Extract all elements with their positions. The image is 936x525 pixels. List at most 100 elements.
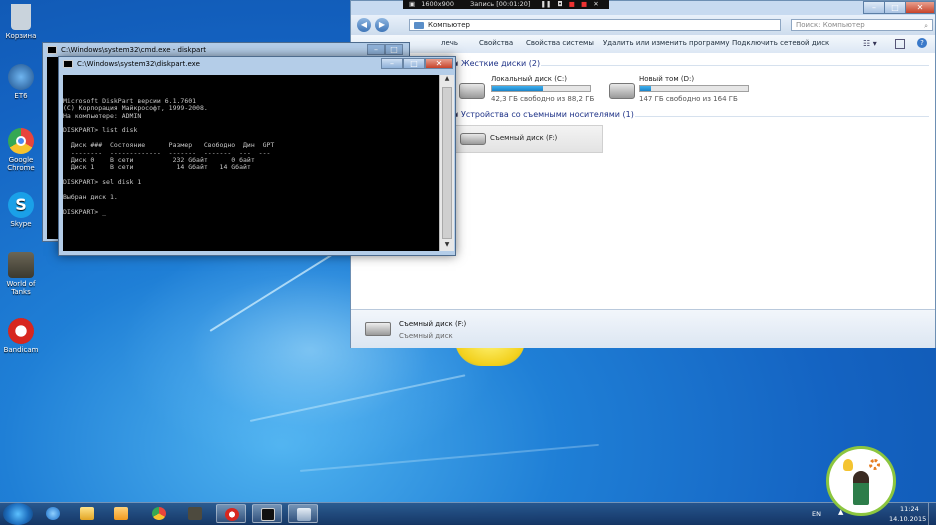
cmd-back-titlebar[interactable]: C:\Windows\system32\cmd.exe - diskpart –… <box>43 43 409 57</box>
recording-resolution: 1600x900 <box>421 0 455 8</box>
search-icon: ⌕ <box>924 22 928 30</box>
person-icon <box>853 471 869 505</box>
stop-icon[interactable]: ■ <box>569 0 575 8</box>
desktop-icon-label: World of Tanks <box>6 280 36 296</box>
maximize-button[interactable]: □ <box>884 1 906 14</box>
group-divider <box>635 116 929 117</box>
desktop-icon-skype[interactable]: S Skype <box>2 192 40 228</box>
removable-group-header[interactable]: Устройства со съемными носителями (1) <box>461 110 634 119</box>
console-line: Диск 1 В сети 14 Gбайт 14 Gбайт <box>63 163 251 172</box>
toolbar-map-network-drive[interactable]: Подключить сетевой диск <box>732 39 829 47</box>
removable-drive-icon <box>365 322 391 336</box>
skype-icon: S <box>8 192 34 218</box>
drive-usage-fill <box>492 86 543 91</box>
camera-icon[interactable]: ◘ <box>558 0 563 8</box>
console-icon <box>47 46 57 54</box>
scroll-down-arrow-icon[interactable]: ▼ <box>440 241 454 251</box>
details-name: Съемный диск (F:) <box>399 320 467 328</box>
search-input[interactable]: Поиск: Компьютер ⌕ <box>791 19 933 31</box>
desktop-icon-label: Bandicam <box>3 346 39 354</box>
drive-free-space: 42,3 ГБ свободно из 88,2 ГБ <box>491 95 595 103</box>
minimize-button[interactable]: – <box>367 44 385 55</box>
desktop-icon-world-of-tanks[interactable]: World of Tanks <box>2 252 40 296</box>
minimize-button[interactable]: – <box>863 1 885 14</box>
view-options-icon[interactable]: ☷ ▾ <box>863 39 877 48</box>
maximize-button[interactable]: □ <box>403 58 425 69</box>
scroll-up-arrow-icon[interactable]: ▲ <box>440 75 454 85</box>
address-text: Компьютер <box>428 21 470 29</box>
drive-c[interactable]: Локальный диск (C:) 42,3 ГБ свободно из … <box>457 75 597 109</box>
details-pane: Съемный диск (F:) Съемный диск <box>351 309 935 348</box>
forward-button[interactable]: ▶ <box>375 18 389 32</box>
close-button[interactable]: ✕ <box>425 58 453 69</box>
toolbar-item[interactable]: лечь <box>441 39 458 47</box>
media-player-icon <box>114 507 128 520</box>
console-icon <box>261 508 275 521</box>
taskbar-bandicam[interactable] <box>216 504 246 523</box>
taskbar-world-of-tanks[interactable] <box>180 504 210 523</box>
explorer-command-bar: лечь Свойства Свойства системы Удалить и… <box>351 35 935 54</box>
show-desktop-button[interactable] <box>928 503 936 525</box>
drive-name: Съемный диск (F:) <box>490 134 558 142</box>
taskbar-cmd[interactable] <box>252 504 282 523</box>
language-indicator[interactable]: EN <box>812 510 821 518</box>
clock-date[interactable]: 14.10.2015 <box>889 515 926 523</box>
diskpart-titlebar[interactable]: C:\Windows\system32\diskpart.exe – □ ✕ <box>59 57 455 71</box>
explorer-address-bar: ◀ ▶ Компьютер Поиск: Компьютер ⌕ <box>351 15 935 35</box>
recording-toolbar[interactable]: ▣ 1600x900 Запись [00:01:20] ❚❚ ◘ ■ ■ ✕ <box>403 0 609 9</box>
taskbar-explorer[interactable] <box>72 504 102 523</box>
minimize-button[interactable]: – <box>381 58 403 69</box>
start-button[interactable] <box>3 503 33 525</box>
console-line: Выбран диск 1. <box>63 193 118 202</box>
close-icon[interactable]: ✕ <box>593 0 598 8</box>
maximize-button[interactable]: □ <box>385 44 403 55</box>
drive-usage-fill <box>640 86 651 91</box>
diskpart-window[interactable]: C:\Windows\system32\diskpart.exe – □ ✕ M… <box>58 56 456 256</box>
desktop-icon-recycle-bin[interactable]: Корзина <box>2 4 40 40</box>
drive-usage-bar <box>639 85 749 92</box>
drive-name: Новый том (D:) <box>639 75 695 83</box>
desktop-icon-label: Google Chrome <box>7 156 35 172</box>
desktop-icon-bandicam[interactable]: Bandicam <box>2 318 40 354</box>
group-divider <box>541 65 929 66</box>
taskbar-chrome[interactable] <box>144 504 174 523</box>
desktop-icon-chrome[interactable]: Google Chrome <box>2 128 40 172</box>
preview-pane-icon[interactable] <box>895 39 905 49</box>
clock-time[interactable]: 11:24 <box>900 505 919 513</box>
gear-icon <box>869 459 880 470</box>
toolbar-properties[interactable]: Свойства <box>479 39 513 47</box>
diskpart-console[interactable]: Microsoft DiskPart версии 6.1.7601 (C) Ко… <box>63 75 439 251</box>
toolbar-uninstall-program[interactable]: Удалить или изменить программу <box>603 39 729 47</box>
back-button[interactable]: ◀ <box>357 18 371 32</box>
help-icon[interactable]: ? <box>917 38 927 48</box>
address-input[interactable]: Компьютер <box>409 19 781 31</box>
world-of-tanks-icon <box>8 252 34 278</box>
console-scrollbar[interactable]: ▲ ▼ <box>439 75 454 251</box>
chrome-icon <box>152 507 166 520</box>
taskbar-ie[interactable] <box>38 504 68 523</box>
console-line: DISKPART> list disk <box>63 126 138 135</box>
chrome-icon <box>8 128 34 154</box>
computer-icon <box>414 22 424 29</box>
drive-d[interactable]: Новый том (D:) 147 ГБ свободно из 164 ГБ <box>607 75 757 109</box>
taskbar-media-player[interactable] <box>106 504 136 523</box>
hard-drive-icon <box>609 83 635 99</box>
pause-icon[interactable]: ❚❚ <box>541 0 552 8</box>
taskbar: EN ▲ 11:24 14.10.2015 <box>0 502 936 525</box>
drive-f[interactable]: Съемный диск (F:) <box>455 125 603 153</box>
desktop-icon-label: Корзина <box>5 32 37 40</box>
stop-icon[interactable]: ■ <box>581 0 587 8</box>
hdd-group-header[interactable]: Жесткие диски (2) <box>461 59 540 68</box>
toolbar-system-properties[interactable]: Свойства системы <box>526 39 594 47</box>
world-of-tanks-icon <box>188 507 202 520</box>
desktop-icon-label: ET6 <box>14 92 28 100</box>
close-button[interactable]: ✕ <box>905 1 935 14</box>
desktop-icon-et6[interactable]: ET6 <box>2 64 40 100</box>
scroll-thumb[interactable] <box>442 87 452 239</box>
window-mode-icon[interactable]: ▣ <box>409 0 415 8</box>
console-lines: Microsoft DiskPart версии 6.1.7601 (C) Ко… <box>63 97 439 217</box>
details-type: Съемный диск <box>399 332 453 340</box>
recycle-bin-icon <box>11 4 31 30</box>
taskbar-diskpart[interactable] <box>288 504 318 523</box>
